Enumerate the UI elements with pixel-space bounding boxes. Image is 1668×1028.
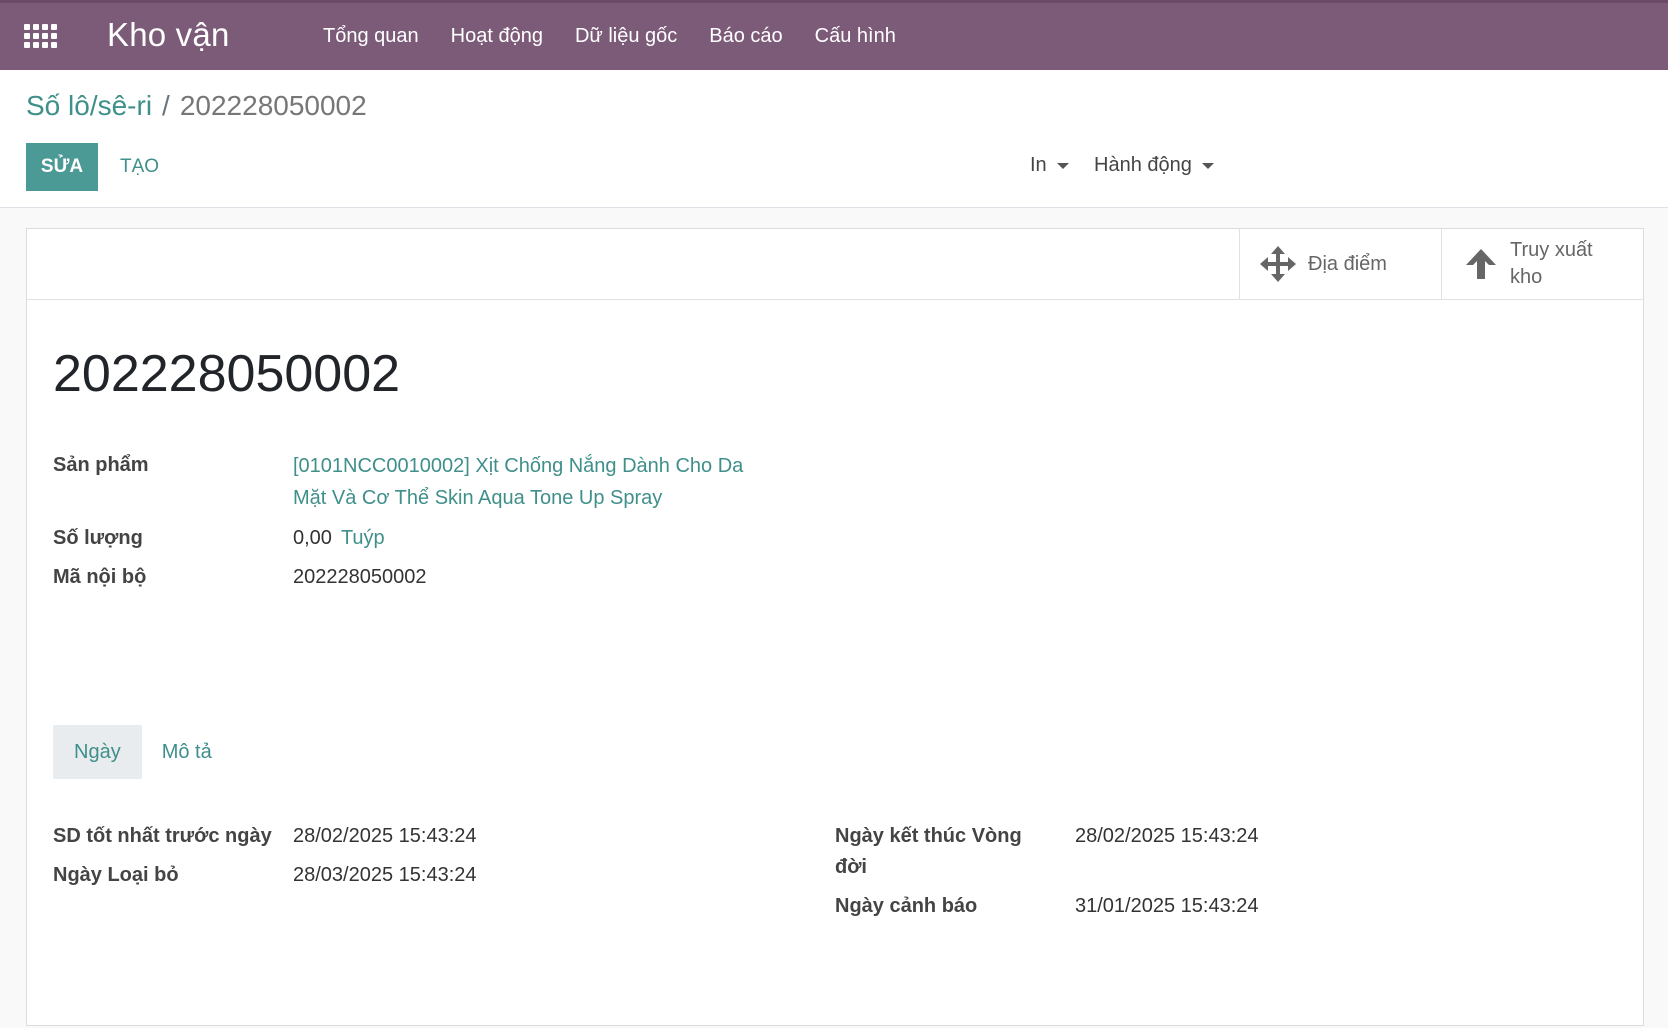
expiration-date-field: Ngày kết thúc Vòng đời 28/02/2025 15:43:… (835, 821, 1259, 883)
quantity-label: Số lượng (53, 527, 143, 549)
arrow-up-icon (1466, 249, 1496, 279)
smart-button-box: Địa điểm Truy xuất kho (27, 229, 1643, 300)
removal-date-field: Ngày Loại bỏ 28/03/2025 15:43:24 (53, 860, 477, 891)
notebook-tabs: Ngày Mô tả (53, 725, 232, 779)
location-smart-button-label: Địa điểm (1308, 252, 1387, 275)
use-date-value: 28/02/2025 15:43:24 (293, 825, 477, 847)
tab-dates[interactable]: Ngày (53, 725, 142, 779)
traceability-smart-button-label: Truy xuất kho (1510, 239, 1593, 288)
menu-item-reporting[interactable]: Báo cáo (709, 25, 782, 48)
breadcrumb: Số lô/sê-ri / 202228050002 (26, 90, 367, 122)
quantity-field: Số lượng 0,00 Tuýp (53, 527, 385, 550)
print-dropdown-label: In (1030, 154, 1047, 176)
apps-grid-icon[interactable] (24, 24, 57, 48)
form-sheet: Địa điểm Truy xuất kho 202228050002 Sản … (26, 228, 1644, 1026)
app-brand[interactable]: Kho vận (107, 16, 230, 54)
alert-date-field: Ngày cảnh báo 31/01/2025 15:43:24 (835, 891, 1259, 922)
control-panel: Số lô/sê-ri / 202228050002 SỬA TẠO In Hà… (0, 70, 1668, 208)
product-link[interactable]: [0101NCC0010002] Xịt Chống Nắng Dành Cho… (293, 450, 763, 514)
traceability-smart-button[interactable]: Truy xuất kho (1441, 229, 1643, 299)
menu-item-master-data[interactable]: Dữ liệu gốc (575, 25, 677, 48)
alert-date-label: Ngày cảnh báo (835, 895, 978, 917)
menu-item-overview[interactable]: Tổng quan (323, 25, 419, 48)
edit-button[interactable]: SỬA (26, 143, 98, 191)
action-dropdown[interactable]: Hành động (1094, 154, 1214, 177)
breadcrumb-separator: / (162, 90, 170, 121)
location-smart-button[interactable]: Địa điểm (1239, 229, 1441, 299)
arrows-move-icon (1260, 246, 1296, 282)
tab-description[interactable]: Mô tả (142, 725, 232, 779)
product-label: Sản phẩm (53, 454, 149, 476)
product-field: Sản phẩm [0101NCC0010002] Xịt Chống Nắng… (53, 454, 763, 514)
quantity-value: 0,00 (293, 527, 332, 549)
print-dropdown[interactable]: In (1030, 154, 1069, 177)
internal-ref-label: Mã nội bộ (53, 566, 147, 588)
use-date-field: SD tốt nhất trước ngày 28/02/2025 15:43:… (53, 821, 477, 852)
alert-date-value: 31/01/2025 15:43:24 (1075, 895, 1259, 917)
breadcrumb-parent-link[interactable]: Số lô/sê-ri (26, 90, 152, 122)
caret-down-icon (1056, 162, 1069, 169)
use-date-label: SD tốt nhất trước ngày (53, 825, 272, 847)
main-menu: Tổng quan Hoạt động Dữ liệu gốc Báo cáo … (323, 3, 928, 70)
top-navbar: Kho vận Tổng quan Hoạt động Dữ liệu gốc … (0, 0, 1668, 70)
create-button[interactable]: TẠO (112, 143, 167, 191)
menu-item-configuration[interactable]: Cấu hình (815, 25, 896, 48)
internal-ref-value: 202228050002 (293, 566, 427, 588)
removal-date-label: Ngày Loại bỏ (53, 864, 179, 886)
quantity-uom-link[interactable]: Tuýp (341, 527, 385, 550)
breadcrumb-current: 202228050002 (179, 90, 367, 121)
expiration-date-value: 28/02/2025 15:43:24 (1075, 825, 1259, 847)
caret-down-icon (1201, 162, 1214, 169)
menu-item-operations[interactable]: Hoạt động (451, 25, 543, 48)
expiration-date-label: Ngày kết thúc Vòng đời (835, 825, 1022, 878)
internal-ref-field: Mã nội bộ 202228050002 (53, 566, 426, 589)
action-dropdown-label: Hành động (1094, 154, 1192, 176)
removal-date-value: 28/03/2025 15:43:24 (293, 864, 477, 886)
record-title: 202228050002 (53, 345, 401, 403)
